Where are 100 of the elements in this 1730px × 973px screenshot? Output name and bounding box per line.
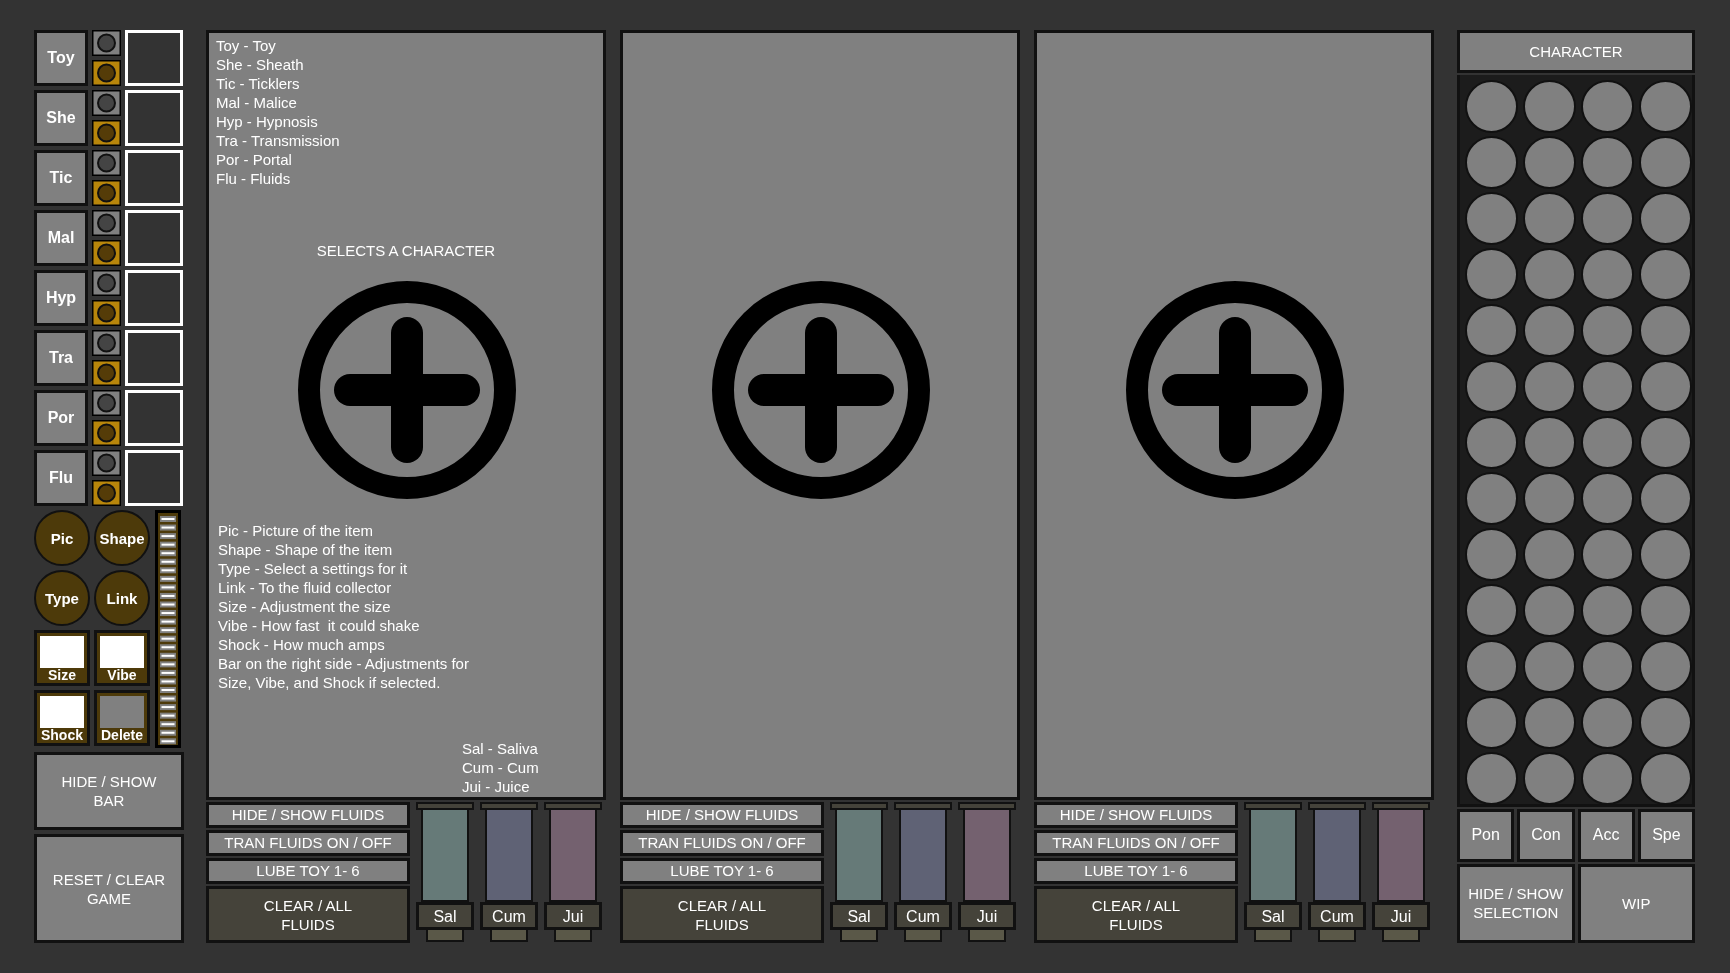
- character-slot[interactable]: [1523, 192, 1576, 245]
- circle-toggle-icon[interactable]: [92, 390, 121, 416]
- character-slot[interactable]: [1465, 304, 1518, 357]
- empty-slot[interactable]: [125, 390, 183, 446]
- fluid-button[interactable]: CLEAR / ALL FLUIDS: [1034, 886, 1238, 943]
- fluid-button[interactable]: TRAN FLUIDS ON / OFF: [206, 830, 410, 857]
- fluid-button[interactable]: CLEAR / ALL FLUIDS: [206, 886, 410, 943]
- character-slot[interactable]: [1581, 528, 1634, 581]
- character-slot[interactable]: [1581, 360, 1634, 413]
- character-slot[interactable]: [1465, 360, 1518, 413]
- fluid-button[interactable]: LUBE TOY 1- 6: [206, 858, 410, 885]
- character-slot[interactable]: [1639, 528, 1692, 581]
- circle-toggle-icon[interactable]: [92, 210, 121, 236]
- empty-slot[interactable]: [125, 270, 183, 326]
- character-slot[interactable]: [1581, 136, 1634, 189]
- category-button[interactable]: Por: [34, 390, 88, 446]
- character-slot[interactable]: [1523, 416, 1576, 469]
- tool-button[interactable]: Type: [34, 570, 90, 626]
- circle-toggle-icon[interactable]: [92, 30, 121, 56]
- circle-toggle-icon[interactable]: [92, 330, 121, 356]
- character-slot[interactable]: [1581, 472, 1634, 525]
- character-slot[interactable]: [1523, 472, 1576, 525]
- option-toggle[interactable]: Vibe: [94, 630, 150, 686]
- empty-slot[interactable]: [125, 330, 183, 386]
- add-icon[interactable]: [1126, 281, 1344, 499]
- character-slot[interactable]: [1581, 80, 1634, 133]
- fluid-button[interactable]: TRAN FLUIDS ON / OFF: [1034, 830, 1238, 857]
- add-icon[interactable]: [298, 281, 516, 499]
- category-button[interactable]: Tic: [34, 150, 88, 206]
- notched-bar-drawing[interactable]: [154, 510, 182, 748]
- character-slot[interactable]: [1639, 752, 1692, 805]
- character-slot[interactable]: [1523, 696, 1576, 749]
- character-slot[interactable]: [1581, 304, 1634, 357]
- character-slot[interactable]: [1465, 528, 1518, 581]
- side-button[interactable]: HIDE / SHOW BAR: [34, 752, 184, 831]
- filter-button[interactable]: Acc: [1577, 809, 1635, 862]
- character-slot[interactable]: [1581, 752, 1634, 805]
- character-slot[interactable]: [1523, 80, 1576, 133]
- fluid-button[interactable]: LUBE TOY 1- 6: [620, 858, 824, 885]
- character-slot[interactable]: [1465, 80, 1518, 133]
- character-slot[interactable]: [1465, 416, 1518, 469]
- character-slot[interactable]: [1639, 304, 1692, 357]
- character-slot[interactable]: [1465, 640, 1518, 693]
- character-slot[interactable]: [1465, 192, 1518, 245]
- character-slot[interactable]: [1523, 136, 1576, 189]
- character-slot[interactable]: [1639, 136, 1692, 189]
- category-button[interactable]: Flu: [34, 450, 88, 506]
- category-button[interactable]: Hyp: [34, 270, 88, 326]
- character-slot[interactable]: [1639, 80, 1692, 133]
- character-slot[interactable]: [1639, 696, 1692, 749]
- fluid-button[interactable]: HIDE / SHOW FLUIDS: [206, 802, 410, 829]
- tool-button[interactable]: Pic: [34, 510, 90, 566]
- character-slot[interactable]: [1465, 584, 1518, 637]
- circle-toggle-icon[interactable]: [92, 90, 121, 116]
- filter-button[interactable]: Spe: [1637, 809, 1695, 862]
- circle-toggle-icon[interactable]: [92, 180, 121, 206]
- filter-button[interactable]: Pon: [1457, 809, 1515, 862]
- empty-slot[interactable]: [125, 90, 183, 146]
- character-slot[interactable]: [1465, 472, 1518, 525]
- character-slot[interactable]: [1581, 416, 1634, 469]
- empty-slot[interactable]: [125, 210, 183, 266]
- circle-toggle-icon[interactable]: [92, 360, 121, 386]
- circle-toggle-icon[interactable]: [92, 60, 121, 86]
- character-slot[interactable]: [1639, 192, 1692, 245]
- category-button[interactable]: Toy: [34, 30, 88, 86]
- option-toggle[interactable]: Shock: [34, 690, 90, 746]
- category-button[interactable]: Mal: [34, 210, 88, 266]
- empty-slot[interactable]: [125, 30, 183, 86]
- circle-toggle-icon[interactable]: [92, 300, 121, 326]
- character-slot[interactable]: [1465, 696, 1518, 749]
- character-slot[interactable]: [1465, 752, 1518, 805]
- character-slot[interactable]: [1523, 360, 1576, 413]
- selection-button[interactable]: HIDE / SHOW SELECTION: [1457, 863, 1575, 943]
- side-button[interactable]: RESET / CLEAR GAME: [34, 834, 184, 943]
- circle-toggle-icon[interactable]: [92, 480, 121, 506]
- circle-toggle-icon[interactable]: [92, 240, 121, 266]
- fluid-button[interactable]: HIDE / SHOW FLUIDS: [1034, 802, 1238, 829]
- character-slot[interactable]: [1523, 304, 1576, 357]
- character-slot[interactable]: [1639, 472, 1692, 525]
- option-toggle[interactable]: Delete: [94, 690, 150, 746]
- add-icon[interactable]: [712, 281, 930, 499]
- character-slot[interactable]: [1523, 528, 1576, 581]
- category-button[interactable]: She: [34, 90, 88, 146]
- character-slot[interactable]: [1581, 248, 1634, 301]
- character-slot[interactable]: [1523, 640, 1576, 693]
- filter-button[interactable]: Con: [1517, 809, 1575, 862]
- character-slot[interactable]: [1581, 584, 1634, 637]
- character-slot[interactable]: [1639, 360, 1692, 413]
- circle-toggle-icon[interactable]: [92, 270, 121, 296]
- option-toggle[interactable]: Size: [34, 630, 90, 686]
- circle-toggle-icon[interactable]: [92, 150, 121, 176]
- empty-slot[interactable]: [125, 150, 183, 206]
- category-button[interactable]: Tra: [34, 330, 88, 386]
- selection-button[interactable]: WIP: [1577, 863, 1695, 943]
- circle-toggle-icon[interactable]: [92, 120, 121, 146]
- character-slot[interactable]: [1639, 248, 1692, 301]
- empty-slot[interactable]: [125, 450, 183, 506]
- tool-button[interactable]: Shape: [94, 510, 150, 566]
- character-slot[interactable]: [1581, 696, 1634, 749]
- tool-button[interactable]: Link: [94, 570, 150, 626]
